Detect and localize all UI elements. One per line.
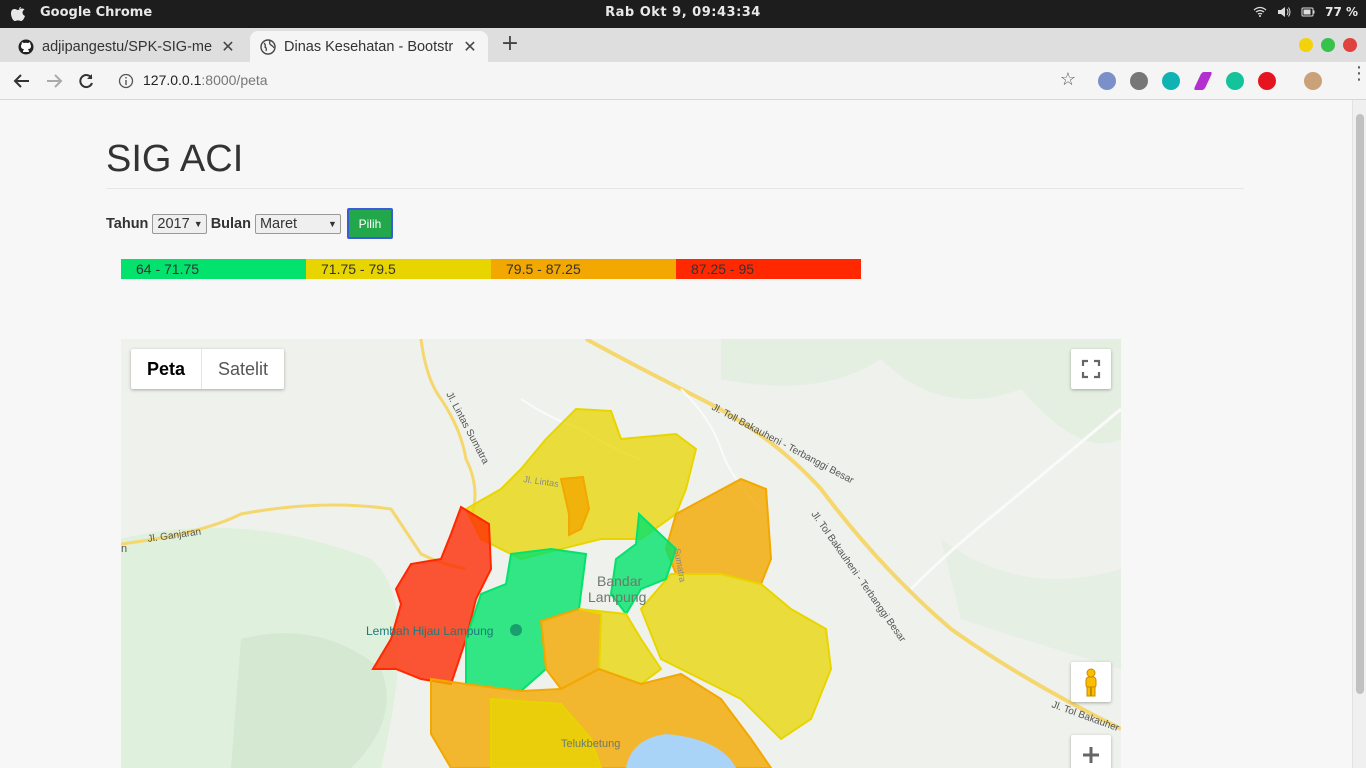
arrow-right-icon <box>47 74 63 88</box>
close-tab-icon[interactable]: ✕ <box>220 37 236 56</box>
tab-github[interactable]: adjipangestu/SPK-SIG-me ✕ <box>8 31 246 62</box>
fullscreen-button[interactable] <box>1071 349 1111 389</box>
scrollbar-thumb[interactable] <box>1356 114 1364 694</box>
info-icon[interactable] <box>118 73 134 89</box>
plus-icon <box>1083 747 1099 763</box>
globe-icon <box>260 38 276 55</box>
month-select[interactable]: Maret ▼ <box>254 213 341 234</box>
back-button[interactable] <box>10 69 34 93</box>
park-label: Lembah Hijau Lampung <box>366 624 493 638</box>
year-select-value: 2017 <box>157 215 190 232</box>
dropdown-arrow-icon: ▼ <box>328 218 337 229</box>
battery-percent: 77 % <box>1325 5 1358 19</box>
color-legend: 64 - 71.75 71.75 - 79.5 79.5 - 87.25 87.… <box>121 259 861 279</box>
title-divider <box>106 188 1244 189</box>
map-type-satellite[interactable]: Satelit <box>202 349 284 389</box>
extension-adblock-icon[interactable] <box>1258 72 1276 90</box>
choropleth-map[interactable]: Bandar Lampung Lembah Hijau Lampung Telu… <box>121 339 1121 768</box>
volume-icon[interactable] <box>1277 6 1291 18</box>
bookmark-star-icon[interactable]: ☆ <box>1060 69 1076 90</box>
page-title: SIG ACI <box>106 138 244 180</box>
wifi-icon[interactable] <box>1253 6 1267 18</box>
close-tab-icon[interactable]: ✕ <box>462 37 478 56</box>
pegman-icon <box>1085 668 1097 697</box>
dropdown-arrow-icon: ▼ <box>193 218 203 229</box>
url-text[interactable]: 127.0.0.1:8000/peta <box>143 72 268 88</box>
zoom-in-button[interactable] <box>1071 735 1111 768</box>
chrome-menu-icon[interactable]: ⋮ <box>1350 65 1366 91</box>
city-label-line2: Lampung <box>588 589 646 605</box>
close-window-button[interactable] <box>1343 38 1357 52</box>
year-select[interactable]: 2017 ▼ <box>152 213 207 234</box>
page-scrollbar[interactable] <box>1352 100 1366 768</box>
minimize-button[interactable] <box>1299 38 1313 52</box>
park-marker-icon[interactable] <box>510 624 522 636</box>
map-type-control: Peta Satelit <box>131 349 285 389</box>
extension-ie-icon[interactable] <box>1098 72 1116 90</box>
reload-icon <box>79 74 93 89</box>
maximize-button[interactable] <box>1321 38 1335 52</box>
filter-form: Tahun 2017 ▼ Bulan Maret ▼ Pilih <box>106 208 393 239</box>
legend-item-3: 79.5 - 87.25 <box>491 259 676 279</box>
reload-button[interactable] <box>74 69 98 93</box>
battery-icon[interactable] <box>1301 6 1315 18</box>
map-canvas[interactable]: Bandar Lampung Lembah Hijau Lampung Telu… <box>121 339 1121 768</box>
forward-button[interactable] <box>42 69 66 93</box>
legend-item-4: 87.25 - 95 <box>676 259 861 279</box>
system-clock[interactable]: Rab Okt 9, 09:43:34 <box>0 5 1366 20</box>
tab-strip: adjipangestu/SPK-SIG-me ✕ Dinas Kesehata… <box>0 28 1366 62</box>
tab-dinas-kesehatan[interactable]: Dinas Kesehatan - Bootstr ✕ <box>250 31 488 62</box>
extension-grammarly-icon[interactable] <box>1226 72 1244 90</box>
month-label: Bulan <box>210 215 251 232</box>
extension-gear-icon[interactable] <box>1130 72 1148 90</box>
github-icon <box>18 39 34 54</box>
legend-item-1: 64 - 71.75 <box>121 259 306 279</box>
address-bar[interactable]: 127.0.0.1:8000/peta ☆ <box>108 66 1088 96</box>
system-tray: 77 % <box>1253 5 1358 19</box>
profile-avatar[interactable] <box>1304 72 1322 90</box>
os-top-bar: Google Chrome Rab Okt 9, 09:43:34 77 % <box>0 0 1366 28</box>
edge-label: n <box>121 543 127 555</box>
map-type-map[interactable]: Peta <box>131 349 203 389</box>
tab-title: Dinas Kesehatan - Bootstr <box>284 38 454 55</box>
city-label-line1: Bandar <box>597 573 642 589</box>
url-path: :8000/peta <box>201 72 268 88</box>
browser-toolbar: 127.0.0.1:8000/peta ☆ ⋮ <box>0 62 1366 100</box>
url-host: 127.0.0.1 <box>143 72 202 88</box>
fullscreen-icon <box>1081 359 1101 379</box>
legend-item-2: 71.75 - 79.5 <box>306 259 491 279</box>
extension-m-icon[interactable] <box>1162 72 1180 90</box>
district-label: Telukbetung <box>561 738 620 750</box>
tab-title: adjipangestu/SPK-SIG-me <box>42 38 213 55</box>
street-view-pegman[interactable] <box>1071 662 1111 702</box>
submit-button[interactable]: Pilih <box>346 208 393 239</box>
new-tab-button[interactable]: + <box>498 33 522 57</box>
extension-feather-icon[interactable] <box>1193 72 1213 90</box>
year-label: Tahun <box>106 215 149 232</box>
web-page: SIG ACI Tahun 2017 ▼ Bulan Maret ▼ Pilih… <box>0 100 1352 768</box>
arrow-left-icon <box>13 74 29 88</box>
month-select-value: Maret <box>259 215 298 232</box>
